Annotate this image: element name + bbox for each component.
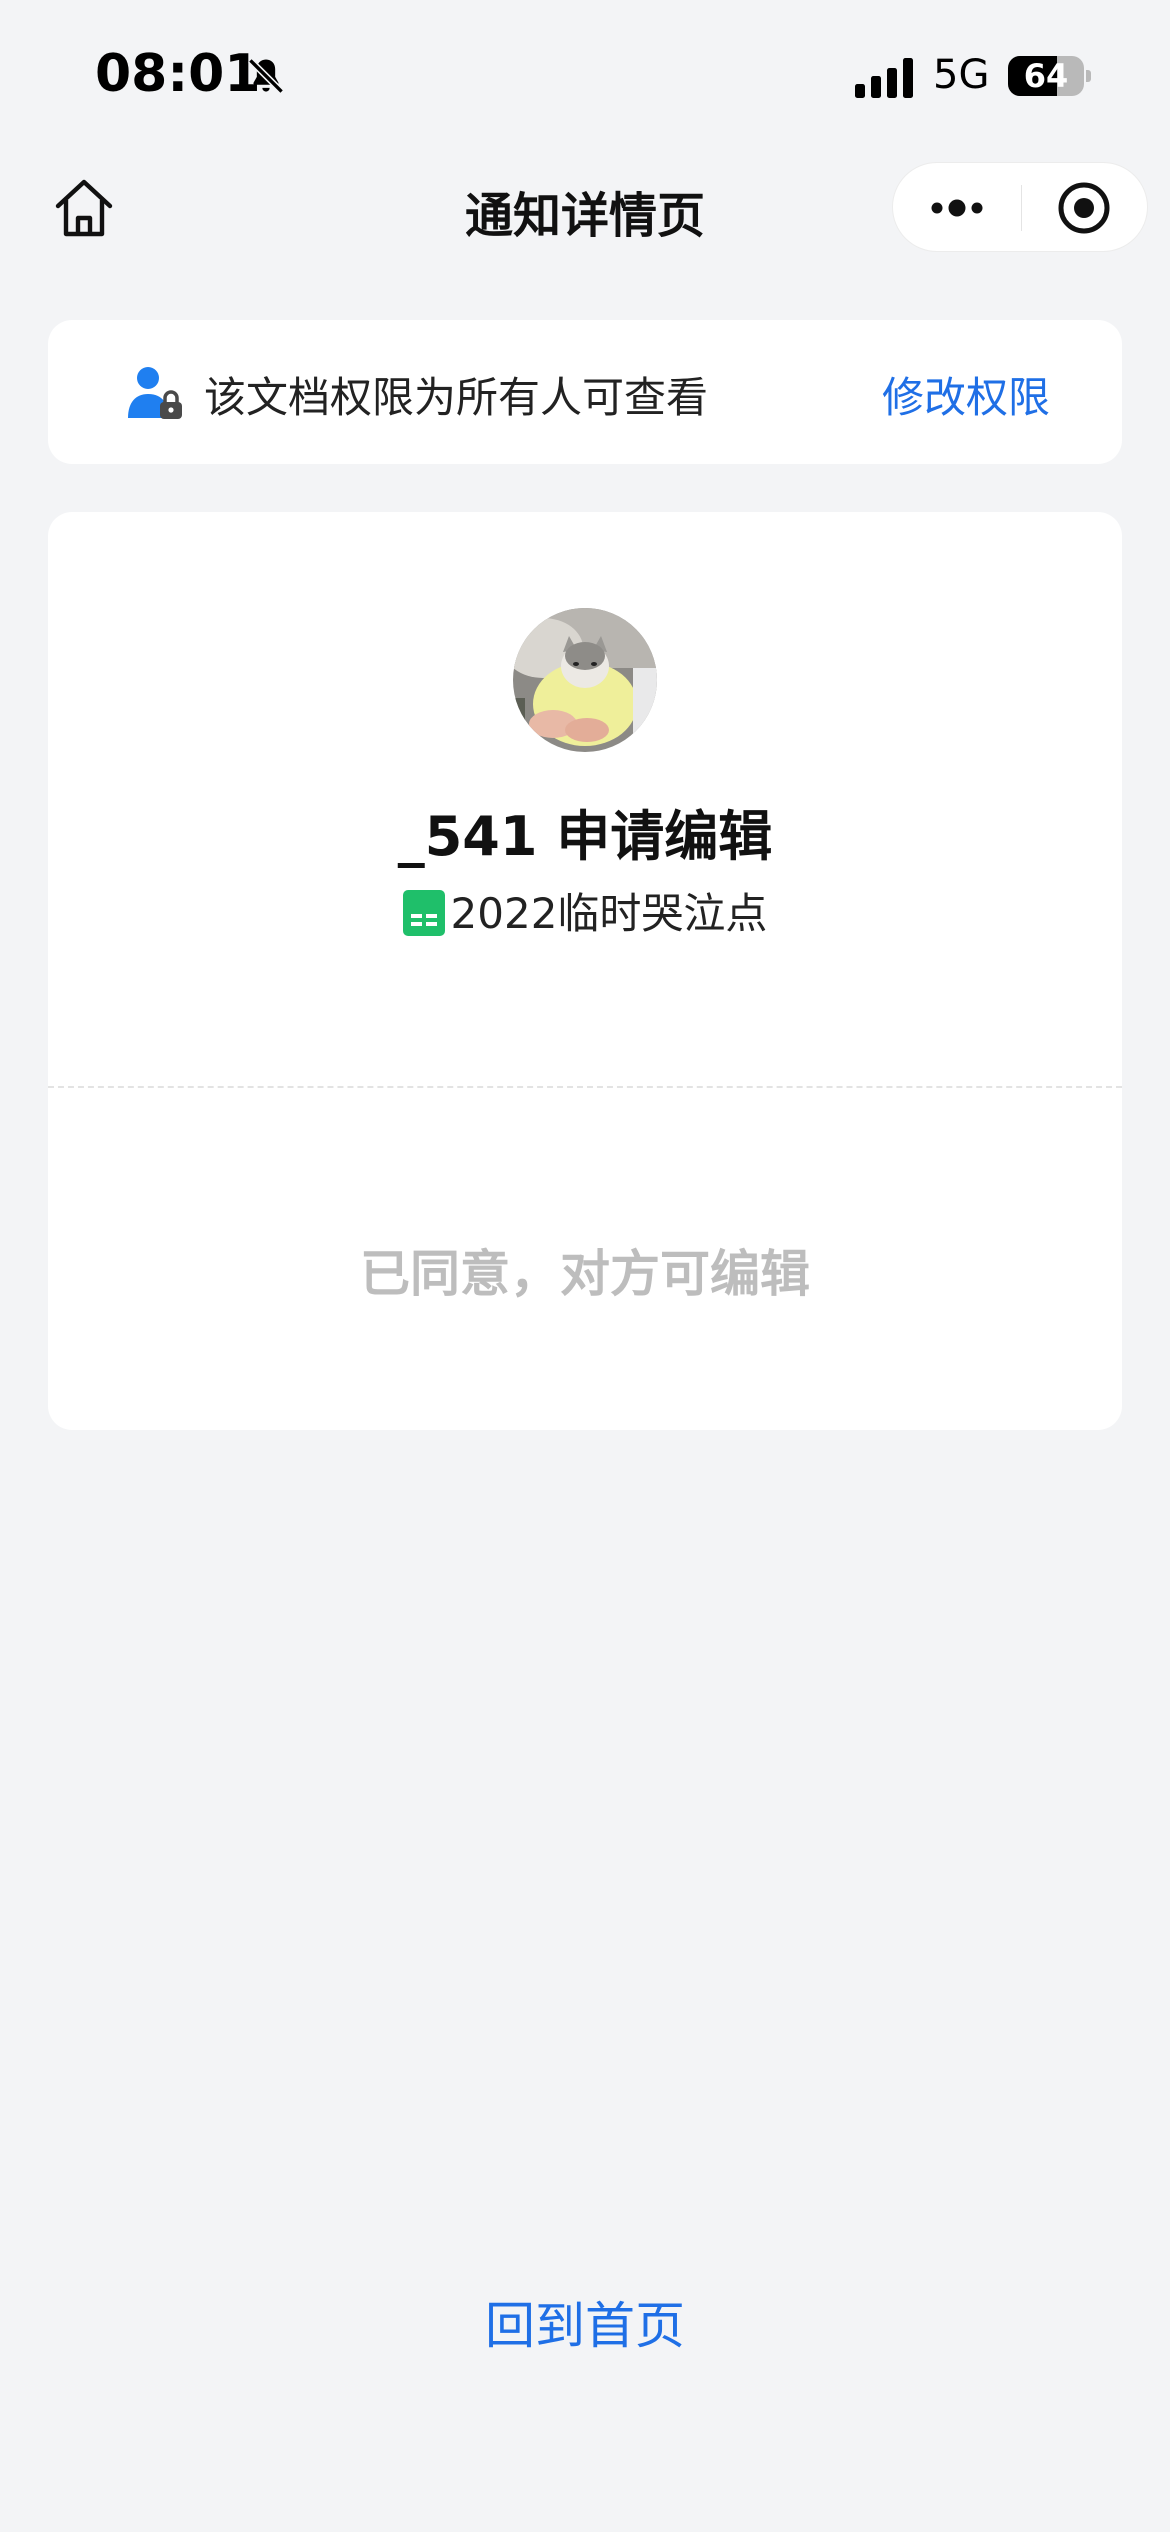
status-bar: 08:01 5G 64 — [0, 0, 1170, 150]
request-card: _541 申请编辑 2022临时哭泣点 已同意，对方可编辑 — [48, 512, 1122, 1430]
back-to-home-link[interactable]: 回到首页 — [0, 2286, 1170, 2358]
mini-program-capsule — [892, 162, 1148, 252]
bell-slash-icon — [248, 58, 284, 94]
modify-permission-link[interactable]: 修改权限 — [882, 364, 1050, 425]
avatar — [513, 608, 657, 752]
user-lock-icon — [128, 367, 182, 419]
more-dots-icon[interactable] — [893, 163, 1021, 253]
document-name-row[interactable]: 2022临时哭泣点 — [48, 880, 1122, 941]
spreadsheet-icon — [402, 890, 445, 936]
document-name: 2022临时哭泣点 — [450, 889, 768, 938]
network-type: 5G — [933, 52, 990, 98]
nav-bar: 通知详情页 — [0, 150, 1170, 265]
request-title: _541 申请编辑 — [397, 805, 773, 868]
status-time: 08:01 — [95, 44, 261, 104]
battery-icon: 64 — [1008, 56, 1091, 96]
permission-card: 该文档权限为所有人可查看 修改权限 — [48, 320, 1122, 464]
permission-text: 该文档权限为所有人可查看 — [204, 373, 709, 422]
request-status: 已同意，对方可编辑 — [360, 1245, 810, 1303]
close-target-icon[interactable] — [1022, 163, 1149, 253]
cellular-signal-icon — [855, 58, 913, 98]
divider — [48, 1086, 1122, 1088]
battery-level: 64 — [1023, 57, 1069, 95]
